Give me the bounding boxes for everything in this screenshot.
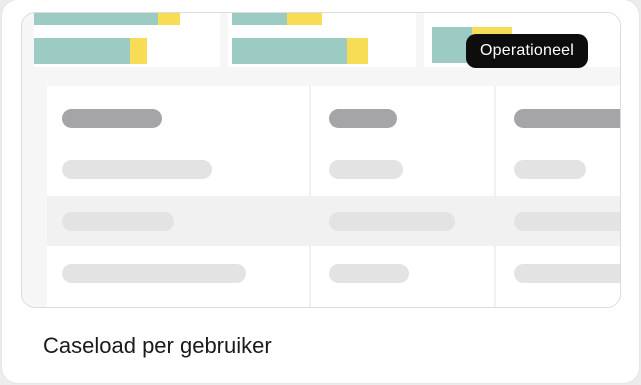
skeleton-cell: [329, 160, 403, 179]
chart-bar: [34, 38, 147, 64]
skeleton-cell: [62, 212, 174, 231]
skeleton-cell: [514, 264, 620, 283]
mini-chart-card: [34, 13, 220, 67]
skeleton-header-cell: [329, 109, 397, 128]
skeleton-cell: [329, 264, 409, 283]
chart-bar: [232, 38, 368, 64]
chart-bar: [232, 13, 322, 25]
card-title: Caseload per gebruiker: [43, 333, 272, 358]
chart-bar: [34, 13, 180, 25]
mini-chart-card: [228, 13, 416, 67]
column-divider: [494, 86, 496, 307]
skeleton-header-cell: [514, 109, 620, 128]
skeleton-header-cell: [62, 109, 162, 128]
category-badge: Operationeel: [466, 34, 589, 68]
skeleton-cell: [514, 212, 620, 231]
skeleton-cell: [329, 212, 455, 231]
skeleton-table: [47, 86, 620, 307]
card-preview-thumbnail: Operationeel: [21, 12, 621, 308]
skeleton-cell: [62, 160, 212, 179]
dashboard-card[interactable]: Operationeel Caseload per gebruiker: [2, 0, 639, 383]
column-divider: [309, 86, 311, 307]
skeleton-cell: [62, 264, 246, 283]
skeleton-cell: [514, 160, 586, 179]
